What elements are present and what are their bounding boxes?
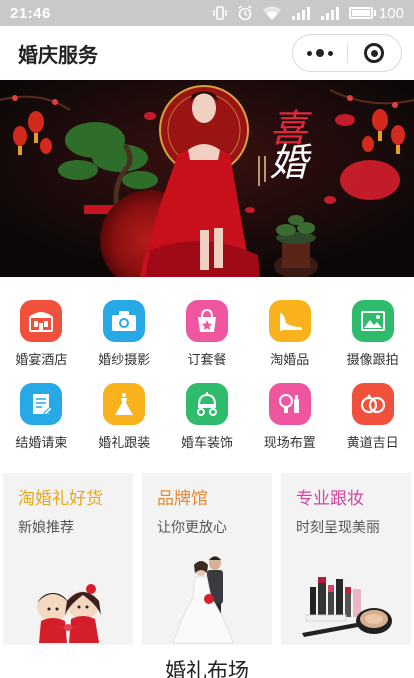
category-car-decor[interactable]: 婚车装饰 <box>166 373 249 456</box>
banner-carousel[interactable]: 喜婚 <box>0 80 414 277</box>
battery-tip <box>373 10 376 16</box>
makeup-icon <box>268 383 311 425</box>
promo-title: 专业跟妆 <box>296 489 364 508</box>
category-label: 婚礼跟装 <box>98 435 151 450</box>
status-icons: 100 <box>212 5 404 22</box>
category-photography[interactable]: 婚纱摄影 <box>83 290 166 373</box>
alarm-icon <box>237 5 253 21</box>
gift-bag-icon <box>185 300 228 342</box>
category-venue[interactable]: 现场布置 <box>248 373 331 456</box>
carriage-icon <box>185 383 228 425</box>
battery-percent: 100 <box>378 4 404 22</box>
hotel-icon <box>20 300 63 342</box>
invitation-icon <box>20 383 63 425</box>
shoe-icon <box>268 300 311 342</box>
banner-headline-char-1: 喜 <box>263 108 307 142</box>
banner-headline: 喜婚 <box>258 108 313 176</box>
status-bar: 21:46 100 <box>0 0 414 26</box>
promo-card-goods[interactable]: 淘婚礼好货 新娘推荐 <box>3 473 133 645</box>
mini-program-capsule <box>292 34 402 72</box>
title-bar: 婚庆服务 <box>0 26 414 80</box>
promo-subtitle: 新娘推荐 <box>18 519 74 535</box>
promo-subtitle: 让你更放心 <box>157 519 227 535</box>
promo-title: 淘婚礼好货 <box>18 489 103 508</box>
status-time: 21:46 <box>10 4 51 22</box>
dress-icon <box>103 383 146 425</box>
vibrate-icon <box>212 6 228 20</box>
rings-icon <box>351 383 394 425</box>
category-lucky-day[interactable]: 黄道吉日 <box>331 373 414 456</box>
category-label: 淘婚品 <box>270 352 310 367</box>
close-button[interactable] <box>348 35 402 71</box>
category-label: 婚宴酒店 <box>15 352 68 367</box>
promo-card-brand[interactable]: 品牌馆 让你更放心 <box>142 473 272 645</box>
category-label: 婚车装饰 <box>180 435 233 450</box>
category-label: 订套餐 <box>187 352 227 367</box>
target-close-icon <box>364 43 385 63</box>
photo-icon <box>351 300 394 342</box>
cosmetics-image <box>281 550 411 645</box>
couple-cartoon-image <box>3 550 133 645</box>
section-title: 婚礼布场 <box>165 660 249 678</box>
page-title: 婚庆服务 <box>18 44 98 67</box>
wifi-icon <box>262 5 282 21</box>
category-label: 摄像跟拍 <box>346 352 399 367</box>
category-row-1: 婚宴酒店 婚纱摄影 订套餐 淘婚品 摄像跟拍 <box>0 290 414 373</box>
signal-icon-1 <box>291 6 311 20</box>
promo-subtitle: 时刻呈现美丽 <box>296 519 380 535</box>
category-label: 婚纱摄影 <box>98 352 151 367</box>
bride-groom-image <box>142 550 272 645</box>
more-dots-icon <box>306 49 333 57</box>
category-invitation[interactable]: 结婚请柬 <box>0 373 83 456</box>
category-label: 结婚请柬 <box>15 435 68 450</box>
category-label: 黄道吉日 <box>346 435 399 450</box>
promo-title: 品牌馆 <box>157 489 208 508</box>
category-video[interactable]: 摄像跟拍 <box>331 290 414 373</box>
banner-headline-char-2: 婚 <box>263 142 307 176</box>
category-label: 现场布置 <box>263 435 316 450</box>
banner-image <box>0 80 414 277</box>
category-dress[interactable]: 婚礼跟装 <box>83 373 166 456</box>
category-package[interactable]: 订套餐 <box>166 290 249 373</box>
battery-indicator: 100 <box>348 4 404 22</box>
category-hotel[interactable]: 婚宴酒店 <box>0 290 83 373</box>
category-wedding-goods[interactable]: 淘婚品 <box>248 290 331 373</box>
battery-icon <box>348 7 373 19</box>
more-button[interactable] <box>293 35 347 71</box>
category-grid: 婚宴酒店 婚纱摄影 订套餐 淘婚品 摄像跟拍 结婚请柬 婚礼跟装 婚车装饰 现场… <box>0 290 414 456</box>
promo-card-makeup[interactable]: 专业跟妆 时刻呈现美丽 <box>281 473 411 645</box>
camera-icon <box>103 300 146 342</box>
signal-icon-2 <box>320 6 340 20</box>
promo-section: 淘婚礼好货 新娘推荐 品牌馆 让你更放心 专业跟妆 时刻呈现美丽 <box>0 473 414 653</box>
battery-fill <box>351 10 370 16</box>
category-row-2: 结婚请柬 婚礼跟装 婚车装饰 现场布置 黄道吉日 <box>0 373 414 456</box>
